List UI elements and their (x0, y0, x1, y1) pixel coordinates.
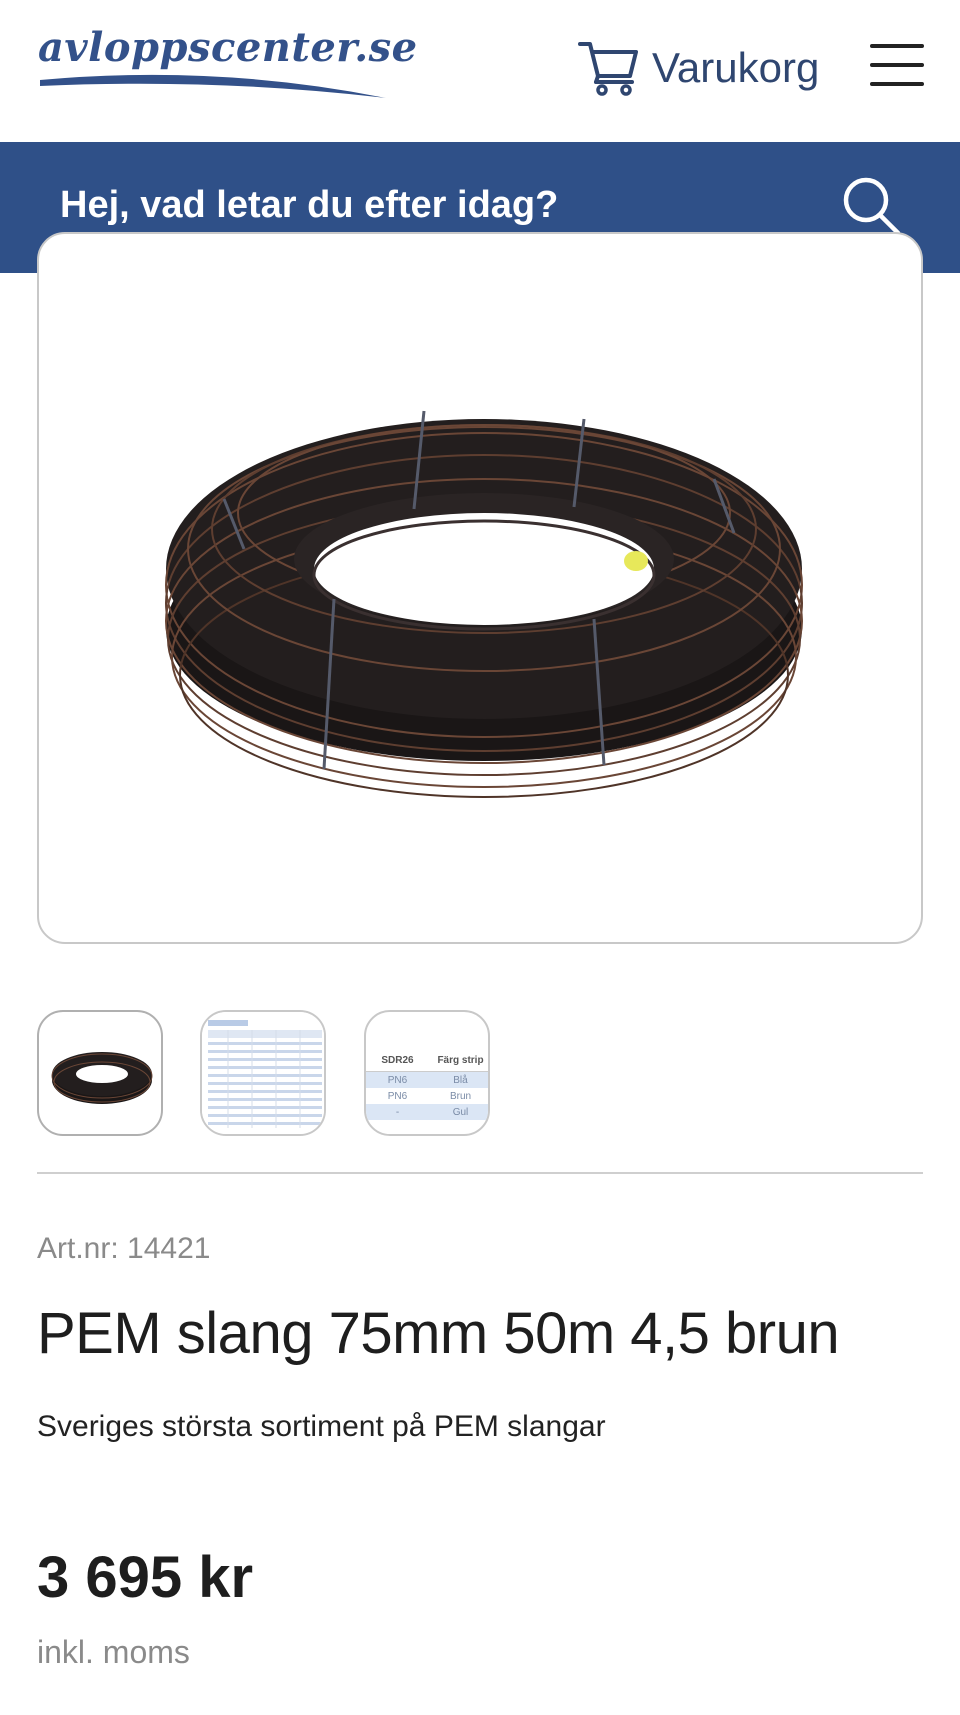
vat-note: inkl. moms (37, 1634, 190, 1670)
table-thumbnail-image (202, 1012, 324, 1134)
thumbnail-spec-table[interactable]: SDR26 Färg strip PN6 Blå PN6 Brun - Gul (364, 1010, 490, 1136)
section-divider (37, 1172, 923, 1174)
spec-cell: Brun (449, 1090, 472, 1102)
spec-table-header: SDR26 Färg strip (366, 1050, 488, 1072)
site-header: avloppscenter.se Varukorg (0, 0, 960, 142)
spec-header-cell: Färg strip (437, 1055, 484, 1066)
thumbnail-dimension-table[interactable] (200, 1010, 326, 1136)
product-main-image[interactable] (37, 232, 923, 944)
spec-header-cell: SDR26 (381, 1055, 414, 1066)
cart-button[interactable]: Varukorg (578, 38, 819, 98)
search-input[interactable]: Hej, vad letar du efter idag? (60, 184, 558, 227)
product-title: PEM slang 75mm 50m 4,5 brun (37, 1301, 840, 1366)
logo-swoosh (40, 74, 386, 98)
spec-table: SDR26 Färg strip PN6 Blå PN6 Brun - Gul (366, 1050, 488, 1120)
spec-cell: Blå (453, 1074, 468, 1086)
article-number: Art.nr: 14421 (37, 1232, 211, 1265)
product-price: 3 695 kr (37, 1545, 254, 1610)
cart-icon (578, 36, 640, 101)
hose-coil-image (165, 410, 803, 798)
hamburger-menu-icon[interactable] (870, 44, 924, 90)
spec-cell: - (395, 1106, 400, 1118)
site-logo[interactable]: avloppscenter.se (36, 24, 417, 104)
hose-thumbnail-image (51, 1052, 153, 1104)
spec-table-row: PN6 Brun (366, 1088, 488, 1104)
spec-table-row: PN6 Blå (366, 1072, 488, 1088)
thumbnail-hose-coil[interactable] (37, 1010, 163, 1136)
spec-cell: Gul (452, 1106, 469, 1118)
product-description: Sveriges största sortiment på PEM slanga… (37, 1410, 606, 1443)
spec-cell: PN6 (387, 1090, 408, 1102)
cart-label: Varukorg (652, 44, 820, 91)
spec-cell: PN6 (387, 1074, 408, 1086)
spec-table-row: - Gul (366, 1104, 488, 1120)
